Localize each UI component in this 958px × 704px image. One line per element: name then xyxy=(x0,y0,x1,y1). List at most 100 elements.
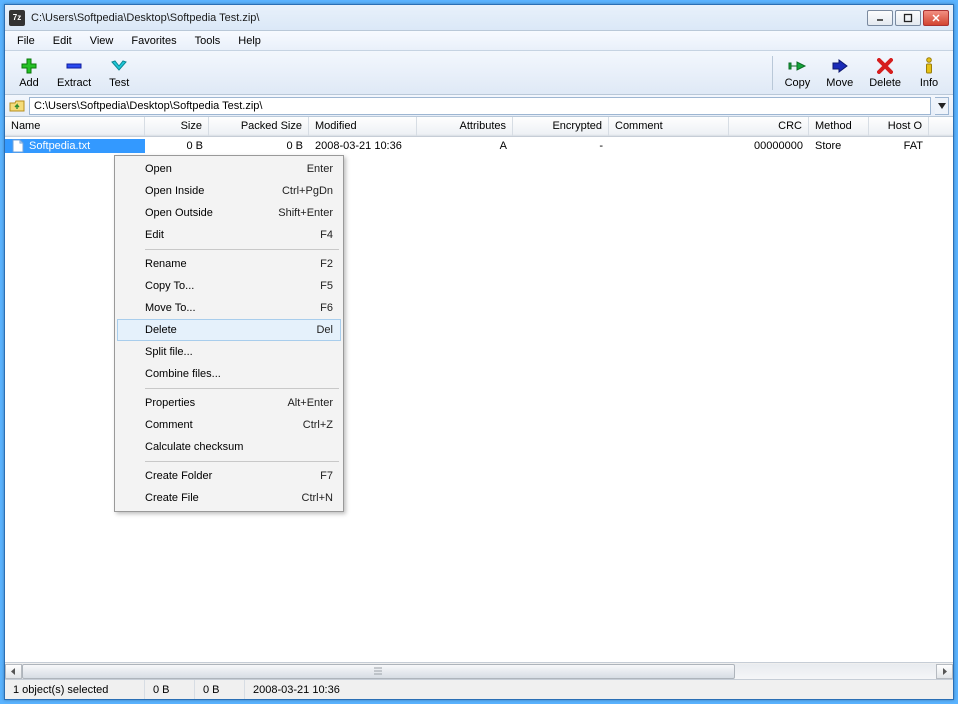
context-menu-label: Move To... xyxy=(145,302,196,314)
context-menu-shortcut: Enter xyxy=(307,163,333,175)
context-menu-label: Calculate checksum xyxy=(145,441,243,453)
menu-edit[interactable]: Edit xyxy=(45,33,80,49)
close-button[interactable] xyxy=(923,10,949,26)
context-menu-shortcut: Shift+Enter xyxy=(278,207,333,219)
context-menu-separator xyxy=(145,461,339,462)
file-attributes: A xyxy=(417,140,513,152)
scroll-left-button[interactable] xyxy=(5,664,22,679)
col-modified[interactable]: Modified xyxy=(309,117,417,136)
context-menu-item[interactable]: Create FileCtrl+N xyxy=(117,487,341,509)
delete-button[interactable]: Delete xyxy=(861,54,909,91)
address-input[interactable] xyxy=(29,97,931,115)
address-dropdown[interactable] xyxy=(935,97,949,115)
add-label: Add xyxy=(19,77,39,89)
context-menu-item[interactable]: Copy To... F5 xyxy=(117,275,341,297)
col-method[interactable]: Method xyxy=(809,117,869,136)
toolbar: Add Extract Test Copy Move Delete Info xyxy=(5,51,953,95)
minimize-button[interactable] xyxy=(867,10,893,26)
col-encrypted[interactable]: Encrypted xyxy=(513,117,609,136)
context-menu-separator xyxy=(145,249,339,250)
context-menu-item[interactable]: Open Outside Shift+Enter xyxy=(117,202,341,224)
context-menu-item[interactable]: Calculate checksum xyxy=(117,436,341,458)
info-label: Info xyxy=(920,77,938,89)
context-menu-label: Combine files... xyxy=(145,368,221,380)
copy-label: Copy xyxy=(785,77,811,89)
context-menu-shortcut: Ctrl+N xyxy=(302,492,333,504)
status-selection: 1 object(s) selected xyxy=(5,680,145,699)
delete-x-icon xyxy=(877,56,893,76)
col-host-os[interactable]: Host O xyxy=(869,117,929,136)
context-menu-item[interactable]: RenameF2 xyxy=(117,253,341,275)
context-menu-item[interactable]: Open InsideCtrl+PgDn xyxy=(117,180,341,202)
context-menu-item[interactable]: EditF4 xyxy=(117,224,341,246)
window-title: C:\Users\Softpedia\Desktop\Softpedia Tes… xyxy=(31,12,867,24)
test-label: Test xyxy=(109,77,129,89)
check-icon xyxy=(110,56,128,76)
context-menu-shortcut: Ctrl+Z xyxy=(303,419,333,431)
context-menu-label: Open xyxy=(145,163,172,175)
context-menu-item[interactable]: CommentCtrl+Z xyxy=(117,414,341,436)
context-menu-shortcut: F7 xyxy=(320,470,333,482)
context-menu-label: Split file... xyxy=(145,346,193,358)
context-menu-shortcut: F5 xyxy=(320,280,333,292)
col-comment[interactable]: Comment xyxy=(609,117,729,136)
folder-up-icon[interactable] xyxy=(9,98,25,114)
context-menu-shortcut: Ctrl+PgDn xyxy=(282,185,333,197)
col-name[interactable]: Name xyxy=(5,117,145,136)
info-button[interactable]: Info xyxy=(909,54,949,91)
col-packed-size[interactable]: Packed Size xyxy=(209,117,309,136)
context-menu-label: Copy To... xyxy=(145,280,194,292)
file-method: Store xyxy=(809,140,869,152)
menu-bar: File Edit View Favorites Tools Help xyxy=(5,31,953,51)
maximize-button[interactable] xyxy=(895,10,921,26)
context-menu-shortcut: Alt+Enter xyxy=(287,397,333,409)
menu-file[interactable]: File xyxy=(9,33,43,49)
horizontal-scrollbar[interactable] xyxy=(5,662,953,679)
file-size: 0 B xyxy=(145,140,209,152)
extract-label: Extract xyxy=(57,77,91,89)
menu-tools[interactable]: Tools xyxy=(187,33,229,49)
context-menu-item[interactable]: Move To... F6 xyxy=(117,297,341,319)
app-icon: 7z xyxy=(9,10,25,26)
context-menu-separator xyxy=(145,388,339,389)
scroll-right-button[interactable] xyxy=(936,664,953,679)
file-row[interactable]: Softpedia.txt 0 B 0 B 2008-03-21 10:36 A… xyxy=(5,137,953,154)
scroll-thumb[interactable] xyxy=(22,664,735,679)
context-menu-shortcut: F6 xyxy=(320,302,333,314)
scroll-track[interactable] xyxy=(22,664,936,679)
context-menu-item[interactable]: Combine files... xyxy=(117,363,341,385)
status-size1: 0 B xyxy=(145,680,195,699)
move-button[interactable]: Move xyxy=(818,54,861,91)
menu-view[interactable]: View xyxy=(82,33,122,49)
menu-help[interactable]: Help xyxy=(230,33,269,49)
context-menu-item[interactable]: PropertiesAlt+Enter xyxy=(117,392,341,414)
col-crc[interactable]: CRC xyxy=(729,117,809,136)
add-button[interactable]: Add xyxy=(9,54,49,91)
status-size2: 0 B xyxy=(195,680,245,699)
column-headers: Name Size Packed Size Modified Attribute… xyxy=(5,117,953,137)
copy-button[interactable]: Copy xyxy=(777,54,819,91)
context-menu-label: Edit xyxy=(145,229,164,241)
context-menu-shortcut: Del xyxy=(316,324,333,336)
col-size[interactable]: Size xyxy=(145,117,209,136)
file-list[interactable]: Softpedia.txt 0 B 0 B 2008-03-21 10:36 A… xyxy=(5,137,953,662)
minus-icon xyxy=(65,56,83,76)
context-menu-label: Create Folder xyxy=(145,470,212,482)
move-arrow-icon xyxy=(831,56,849,76)
context-menu-item[interactable]: Open Enter xyxy=(117,158,341,180)
context-menu-item[interactable]: Split file... xyxy=(117,341,341,363)
text-file-icon xyxy=(11,139,25,153)
copy-arrow-icon xyxy=(787,56,807,76)
context-menu-item[interactable]: Create Folder F7 xyxy=(117,465,341,487)
file-name-cell[interactable]: Softpedia.txt xyxy=(5,139,145,153)
main-window: 7z C:\Users\Softpedia\Desktop\Softpedia … xyxy=(4,4,954,700)
context-menu-item[interactable]: DeleteDel xyxy=(117,319,341,341)
col-attributes[interactable]: Attributes xyxy=(417,117,513,136)
file-crc: 00000000 xyxy=(729,140,809,152)
file-name: Softpedia.txt xyxy=(29,140,90,152)
menu-favorites[interactable]: Favorites xyxy=(123,33,184,49)
test-button[interactable]: Test xyxy=(99,54,139,91)
context-menu-label: Open Outside xyxy=(145,207,213,219)
context-menu-shortcut: F2 xyxy=(320,258,333,270)
extract-button[interactable]: Extract xyxy=(49,54,99,91)
